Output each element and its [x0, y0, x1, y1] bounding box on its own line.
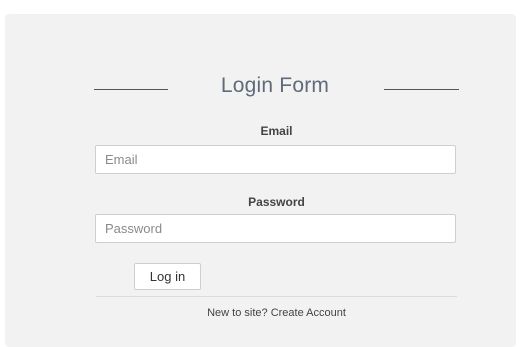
footer-divider: [96, 296, 457, 297]
email-label: Email: [260, 124, 293, 138]
password-field[interactable]: [95, 214, 456, 243]
password-label: Password: [248, 195, 305, 209]
form-header: Login Form: [92, 73, 462, 105]
email-field[interactable]: [95, 145, 456, 174]
create-account-link[interactable]: Create Account: [271, 307, 346, 319]
signup-prompt: New to site? Create Account: [96, 307, 457, 319]
signup-prompt-text: New to site?: [207, 307, 268, 319]
title-rule-right: [384, 89, 459, 90]
form-title: Login Form: [220, 74, 330, 97]
title-rule-left: [94, 89, 168, 90]
login-panel: [5, 14, 516, 347]
login-button[interactable]: Log in: [134, 263, 201, 290]
